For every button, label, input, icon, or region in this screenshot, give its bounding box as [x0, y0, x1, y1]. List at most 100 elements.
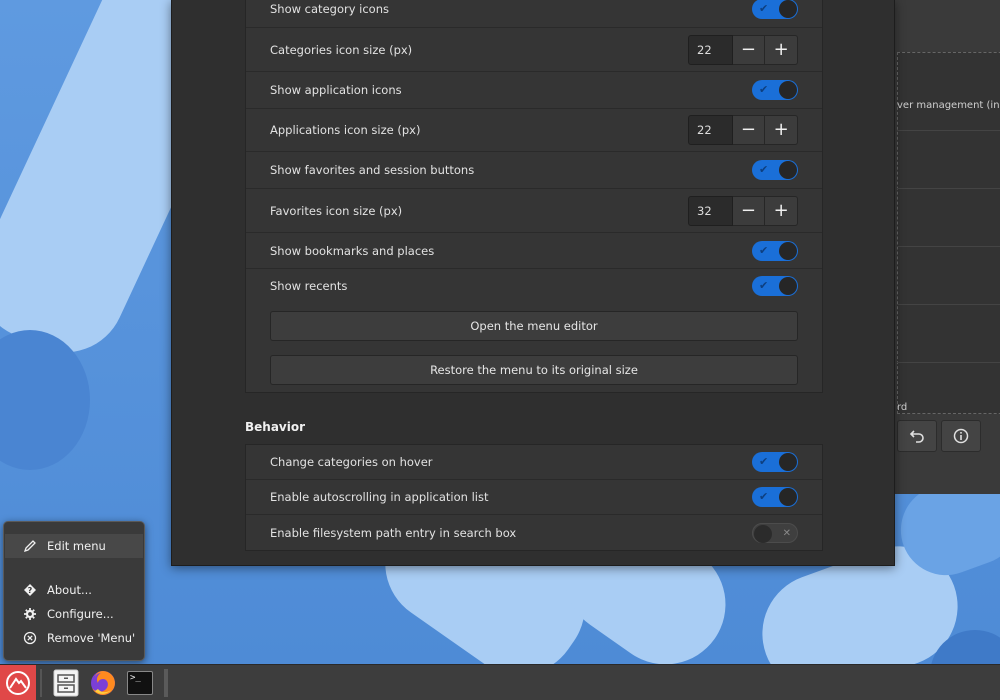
divider — [897, 362, 1000, 363]
favorites-icon-size-spinbox: 32 − + — [688, 195, 798, 226]
toggle-knob — [779, 277, 797, 295]
x-icon: ✕ — [782, 527, 791, 539]
menu-item-label: Remove 'Menu' — [47, 631, 136, 645]
taskbar: >_ — [0, 664, 1000, 700]
menu-applet-icon — [6, 671, 30, 695]
menu-item-label: About... — [47, 583, 92, 597]
decrement-button[interactable]: − — [732, 195, 766, 226]
check-icon: ✔ — [759, 279, 769, 292]
show-recents-toggle[interactable]: ✔ — [752, 276, 798, 296]
setting-row-applications-icon-size: Applications icon size (px) 22 − + — [246, 109, 822, 152]
toggle-knob — [779, 161, 797, 179]
appearance-section: Show category icons ✔ Categories icon si… — [245, 0, 823, 393]
increment-button[interactable]: + — [765, 34, 798, 65]
check-icon: ✔ — [759, 2, 769, 15]
remove-icon — [23, 631, 37, 645]
menu-item-remove[interactable]: Remove 'Menu' — [5, 626, 143, 650]
show-favorites-toggle[interactable]: ✔ — [752, 160, 798, 180]
setting-label: Show favorites and session buttons — [270, 163, 475, 177]
background-window-text: rd — [897, 402, 908, 413]
check-icon: ✔ — [759, 490, 769, 503]
background-window-text: ver management (includ — [897, 100, 1000, 111]
setting-row-show-bookmarks: Show bookmarks and places ✔ — [246, 233, 822, 269]
setting-row-filesystem-path-entry: Enable filesystem path entry in search b… — [246, 515, 822, 550]
open-menu-editor-button[interactable]: Open the menu editor — [270, 311, 798, 341]
divider — [897, 246, 1000, 247]
check-icon: ✔ — [759, 455, 769, 468]
setting-row-categories-icon-size: Categories icon size (px) 22 − + — [246, 28, 822, 72]
toggle-knob — [779, 0, 797, 18]
decrement-button[interactable]: − — [732, 34, 766, 65]
setting-row-favorites-icon-size: Favorites icon size (px) 32 − + — [246, 189, 822, 233]
check-icon: ✔ — [759, 83, 769, 96]
menu-item-about[interactable]: ? About... — [5, 578, 143, 602]
decrement-button[interactable]: − — [732, 115, 766, 145]
background-window[interactable]: ver management (includ rd — [880, 0, 1000, 494]
divider — [897, 304, 1000, 305]
file-manager-launcher[interactable] — [50, 667, 82, 699]
favorites-icon-size-input[interactable]: 32 — [688, 195, 733, 226]
setting-row-change-categories-hover: Change categories on hover ✔ — [246, 445, 822, 480]
divider — [897, 130, 1000, 131]
check-icon: ✔ — [759, 163, 769, 176]
toggle-knob — [779, 241, 797, 260]
toggle-knob — [779, 81, 797, 99]
setting-label: Change categories on hover — [270, 455, 433, 469]
setting-row-autoscrolling: Enable autoscrolling in application list… — [246, 480, 822, 515]
setting-label: Enable filesystem path entry in search b… — [270, 525, 517, 540]
increment-button[interactable]: + — [765, 195, 798, 226]
gear-icon — [23, 607, 37, 621]
show-application-icons-toggle[interactable]: ✔ — [752, 80, 798, 100]
setting-label: Applications icon size (px) — [270, 123, 421, 137]
firefox-icon — [91, 671, 115, 695]
restore-menu-size-button[interactable]: Restore the menu to its original size — [270, 355, 798, 385]
svg-text:?: ? — [28, 586, 33, 595]
setting-row-show-category-icons: Show category icons ✔ — [246, 0, 822, 28]
menu-settings-window[interactable]: Show category icons ✔ Categories icon si… — [171, 0, 895, 566]
pencil-icon — [23, 539, 37, 553]
change-categories-hover-toggle[interactable]: ✔ — [752, 452, 798, 472]
toggle-knob — [779, 453, 797, 471]
undo-button[interactable] — [897, 420, 937, 452]
setting-label: Show recents — [270, 279, 348, 293]
increment-button[interactable]: + — [765, 115, 798, 145]
check-icon: ✔ — [759, 243, 769, 257]
categories-icon-size-input[interactable]: 22 — [688, 34, 733, 65]
firefox-launcher[interactable] — [86, 667, 120, 699]
setting-row-show-application-icons: Show application icons ✔ — [246, 72, 822, 109]
show-category-icons-toggle[interactable]: ✔ — [752, 0, 798, 19]
menu-item-label: Edit menu — [47, 539, 106, 553]
categories-icon-size-spinbox: 22 − + — [688, 34, 798, 65]
behavior-section: Change categories on hover ✔ Enable auto… — [245, 444, 823, 551]
setting-row-show-recents: Show recents ✔ — [246, 269, 822, 303]
setting-row-show-favorites: Show favorites and session buttons ✔ — [246, 152, 822, 189]
show-bookmarks-toggle[interactable]: ✔ — [752, 240, 798, 261]
info-button[interactable] — [941, 420, 981, 452]
info-icon — [953, 428, 969, 444]
file-manager-icon — [53, 669, 79, 697]
behavior-heading: Behavior — [245, 420, 306, 434]
filesystem-path-entry-toggle[interactable]: ✕ — [752, 522, 798, 543]
setting-label: Categories icon size (px) — [270, 42, 413, 57]
undo-icon — [909, 430, 924, 443]
applications-icon-size-spinbox: 22 − + — [688, 115, 798, 145]
applet-context-menu: Edit menu ? About... Configure... Remove… — [3, 521, 145, 661]
setting-label: Show category icons — [270, 2, 389, 16]
taskbar-separator — [164, 669, 168, 697]
menu-applet-button[interactable] — [0, 665, 36, 700]
applications-icon-size-input[interactable]: 22 — [688, 115, 733, 145]
menu-item-label: Configure... — [47, 607, 114, 621]
terminal-launcher[interactable]: >_ — [124, 667, 156, 699]
terminal-icon: >_ — [127, 671, 153, 695]
toggle-knob — [779, 488, 797, 506]
setting-label: Favorites icon size (px) — [270, 203, 403, 218]
menu-item-edit-menu[interactable]: Edit menu — [5, 534, 143, 558]
setting-label: Show application icons — [270, 83, 402, 97]
toggle-knob — [754, 524, 772, 543]
menu-item-configure[interactable]: Configure... — [5, 602, 143, 626]
setting-label: Show bookmarks and places — [270, 243, 435, 258]
setting-label: Enable autoscrolling in application list — [270, 490, 489, 504]
autoscrolling-toggle[interactable]: ✔ — [752, 487, 798, 507]
terminal-prompt: >_ — [130, 673, 141, 683]
about-icon: ? — [23, 583, 37, 597]
